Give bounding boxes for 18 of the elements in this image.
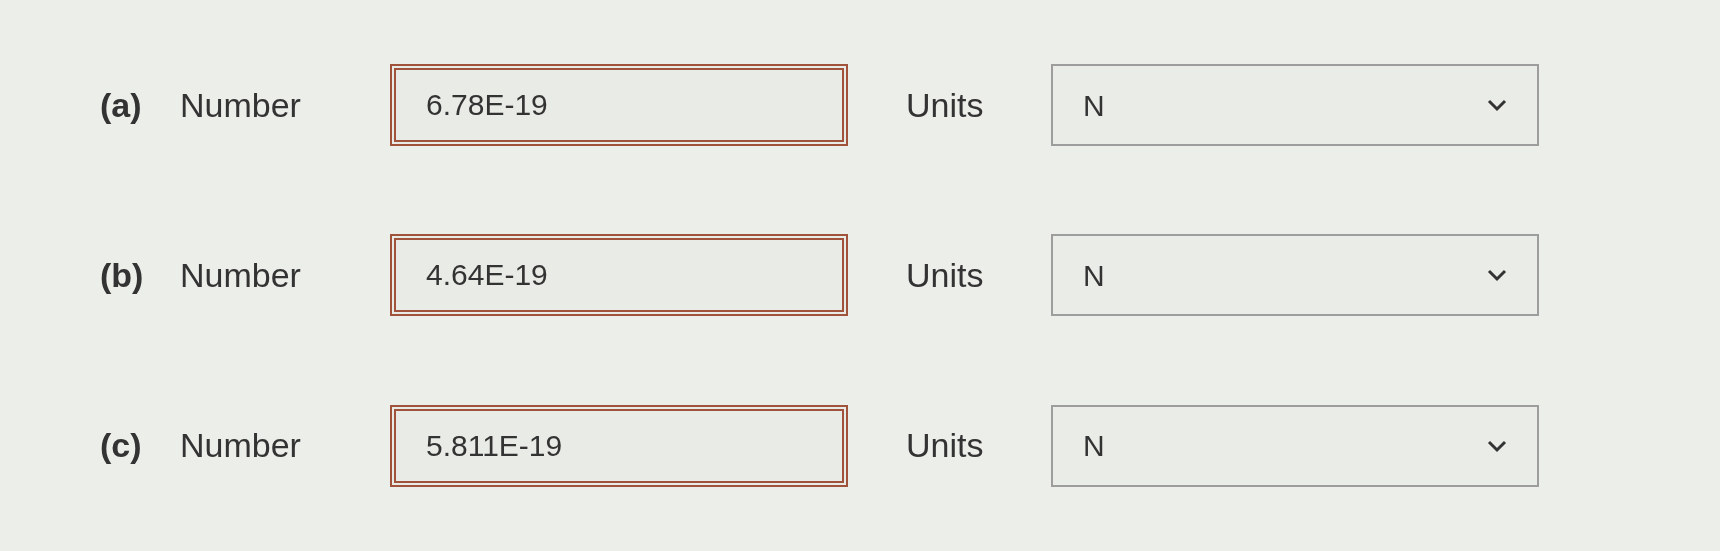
chevron-down-icon: [1487, 438, 1507, 453]
chevron-down-icon: [1487, 268, 1507, 283]
number-input[interactable]: 5.811E-19: [390, 404, 848, 487]
number-input[interactable]: 4.64E-19: [390, 234, 848, 317]
chevron-down-icon: [1487, 98, 1507, 113]
number-input[interactable]: 6.78E-19: [390, 64, 848, 147]
units-select[interactable]: N: [1051, 234, 1539, 317]
number-label: Number: [180, 255, 302, 296]
part-label: (c): [100, 425, 143, 467]
part-label: (b): [100, 255, 145, 296]
number-label: Number: [180, 425, 302, 467]
part-label: (a): [100, 84, 143, 126]
units-select[interactable]: N: [1051, 404, 1539, 487]
units-select[interactable]: N: [1051, 64, 1539, 147]
units-label: Units: [906, 255, 985, 296]
number-label: Number: [180, 84, 302, 126]
units-label: Units: [906, 84, 985, 126]
units-label: Units: [906, 425, 985, 467]
